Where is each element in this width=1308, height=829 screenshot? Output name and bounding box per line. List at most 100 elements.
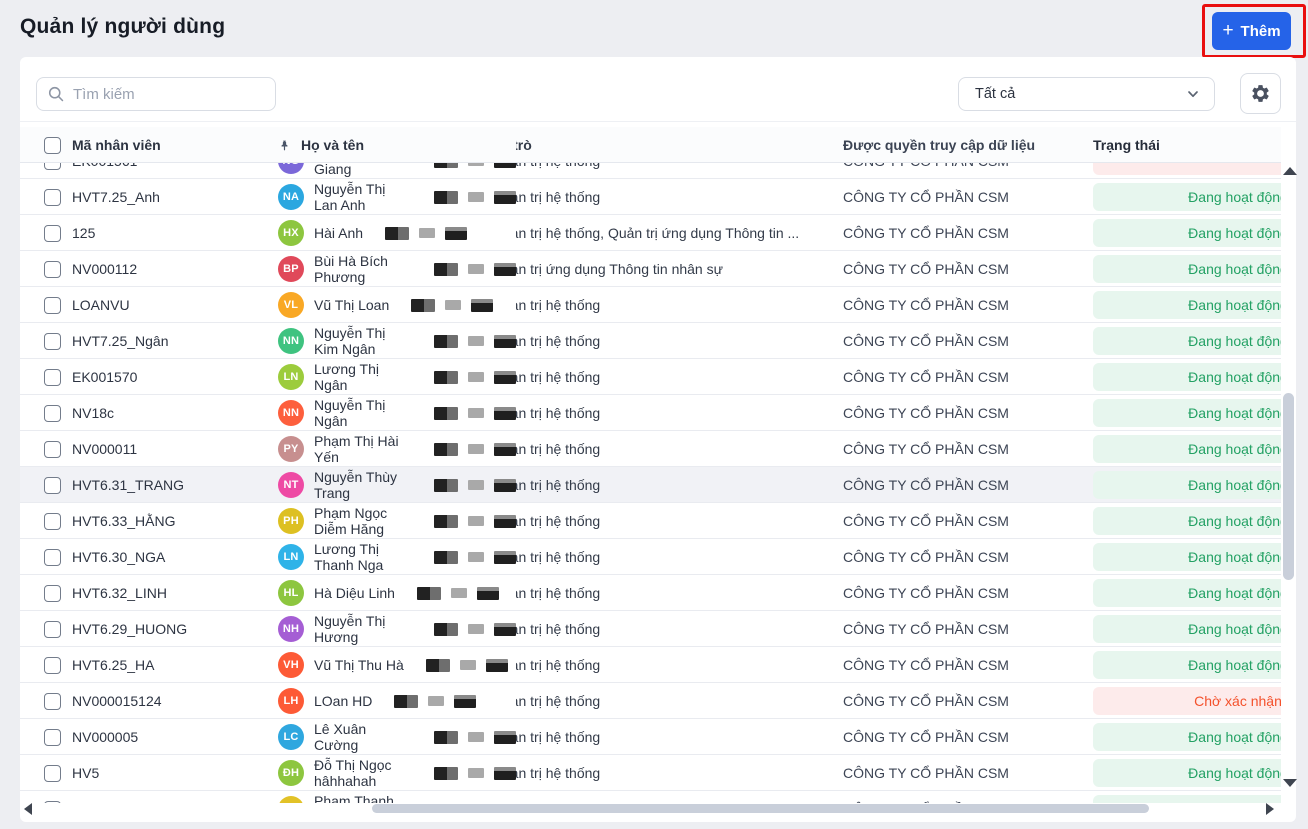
table-row[interactable]: NV000015124 LH LOan HD Quản trị hệ thống… [20,683,1281,719]
status-badge: Đang hoạt động [1093,327,1281,355]
search-box[interactable] [36,77,276,111]
row-checkbox[interactable] [44,800,61,803]
table-row[interactable]: HV5 ĐH Đỗ Thị Ngọc hâhhahah Quản trị hệ … [20,755,1281,791]
role-text: Quản trị hệ thống [516,657,601,673]
row-checkbox[interactable] [44,332,61,350]
search-input[interactable] [73,85,272,103]
employee-name: Đỗ Thị Ngọc hâhhahah [314,757,392,789]
settings-button[interactable] [1240,73,1281,114]
row-checkbox[interactable] [44,476,61,494]
data-access-text: CÔNG TY CỔ PHẦN CSM [843,549,1009,565]
row-checkbox[interactable] [44,404,61,422]
avatar: LH [278,688,304,714]
table-row[interactable]: NV000005 LC Lê Xuân Cường Quản trị hệ th… [20,719,1281,755]
avatar: NA [278,184,304,210]
avatar: PH [278,508,304,534]
row-checkbox[interactable] [44,656,61,674]
table-row[interactable]: NV000011 PY Phạm Thị Hài Yến Quản trị hệ… [20,431,1281,467]
hscroll-right-arrow[interactable] [1266,803,1274,815]
header-full-name: Họ và tên [301,137,365,153]
row-checkbox[interactable] [44,440,61,458]
page-title: Quản lý người dùng [20,15,226,38]
employee-id: NV18c [72,405,115,421]
table-row[interactable]: HVT6.25_HA VH Vũ Thị Thu Hà Quản trị hệ … [20,647,1281,683]
data-access-text: CÔNG TY CỔ PHẦN CSM [843,261,1009,277]
table-row[interactable]: NV000010 PT Phạm Thanh Tâm Quản trị hệ t… [20,791,1281,803]
filter-dropdown-value: Tất cả [975,86,1016,102]
status-badge: Đang hoạt động [1093,795,1281,803]
data-access-text: CÔNG TY CỔ PHẦN CSM [843,441,1009,457]
select-all-checkbox[interactable] [44,136,61,154]
hscroll-thumb[interactable] [372,804,1149,813]
employee-id: NV000112 [72,261,138,277]
row-checkbox[interactable] [44,692,61,710]
vscroll-thumb[interactable] [1283,393,1294,580]
gear-icon [1250,83,1271,104]
row-checkbox[interactable] [44,764,61,782]
row-checkbox[interactable] [44,620,61,638]
employee-name: Phạm Ngọc Diễm Hăng [314,505,388,537]
table-row[interactable]: EK001570 LN Lương Thị Ngân Quản trị hệ t… [20,359,1281,395]
role-text: Quản trị hệ thống [516,693,601,709]
data-access-text: CÔNG TY CỔ PHẦN CSM [843,765,1009,781]
role-text: Quản trị hệ thống [516,189,601,205]
role-text: Quản trị hệ thống [516,549,601,565]
table-row[interactable]: HVT6.33_HẰNG PH Phạm Ngọc Diễm Hăng Quản… [20,503,1281,539]
employee-id: LOANVU [72,297,130,313]
add-button[interactable]: + Thêm [1212,12,1291,50]
status-badge: Đang hoạt động [1093,291,1281,319]
table-row[interactable]: HVT7.25_Ngân NN Nguyễn Thị Kim Ngân Quản… [20,323,1281,359]
status-badge: Đang hoạt động [1093,507,1281,535]
row-checkbox[interactable] [44,224,61,242]
row-checkbox[interactable] [44,296,61,314]
employee-name: Lương Thị Thanh Nga [314,541,384,573]
status-badge: Đang hoạt động [1093,435,1281,463]
table-row[interactable]: HVT6.32_LINH HL Hà Diệu Linh Quản trị hệ… [20,575,1281,611]
table-row[interactable]: 125 HX Hài Anh Quản trị hệ thống, Quản t… [20,215,1281,251]
header-status: Trạng thái [1093,137,1160,153]
status-badge: Đang hoạt động [1093,615,1281,643]
data-access-text: CÔNG TY CỔ PHẦN CSM [843,585,1009,601]
row-checkbox[interactable] [44,260,61,278]
table-row[interactable]: HVT7.25_Anh NA Nguyễn Thị Lan Anh Quản t… [20,179,1281,215]
status-badge: Đang hoạt động [1093,759,1281,787]
row-checkbox[interactable] [44,548,61,566]
row-checkbox[interactable] [44,512,61,530]
employee-id: HV5 [72,765,100,781]
table-row[interactable]: HVT6.29_HUONG NH Nguyễn Thị Hương Quản t… [20,611,1281,647]
redacted-text [425,658,508,672]
data-access-text: CÔNG TY CỔ PHẦN CSM [843,405,1009,421]
table-row[interactable]: HVT6.30_NGA LN Lương Thị Thanh Nga Quản … [20,539,1281,575]
row-checkbox[interactable] [44,188,61,206]
user-management-page: Quản lý người dùng + Thêm Tất cả [0,0,1308,829]
employee-id: EK001570 [72,369,138,385]
row-checkbox[interactable] [44,584,61,602]
employee-name: Nguyễn Thùy Trang [314,469,398,501]
filter-dropdown[interactable]: Tất cả [958,77,1215,111]
employee-id: 125 [72,225,96,241]
vscroll-down-arrow[interactable] [1283,779,1297,787]
table-body: EK001561 NG Nguyễn Hương Giang Quản trị … [20,163,1281,803]
status-badge: Đang hoạt động [1093,255,1281,283]
employee-name: Nguyễn Thị Hương [314,613,386,645]
row-checkbox[interactable] [44,368,61,386]
table-row[interactable]: NV000112 BP Bùi Hà Bích Phương Quản trị … [20,251,1281,287]
partial-row-top[interactable]: EK001561 NG Nguyễn Hương Giang Quản trị … [20,163,1281,179]
role-text: Quản trị hệ thống [516,297,601,313]
employee-id: NV000011 [72,441,138,457]
table-row[interactable]: LOANVU VL Vũ Thị Loan Quản trị hệ thống … [20,287,1281,323]
hscroll-left-arrow[interactable] [24,803,32,815]
employee-name: LOan HD [314,693,373,709]
vscroll-up-arrow[interactable] [1283,167,1297,175]
role-text: Quản trị ứng dụng Thông tin nhân sự [516,261,723,277]
data-access-text: CÔNG TY CỔ PHẦN CSM [843,513,1009,529]
header-data-access: Được quyền truy cập dữ liệu [843,137,1036,153]
row-checkbox[interactable] [44,163,61,170]
table-row[interactable]: EK001561 NG Nguyễn Hương Giang Quản trị … [20,163,1281,178]
pin-icon[interactable] [278,139,291,152]
role-text: Quản trị hệ thống [516,477,601,493]
table-row[interactable]: HVT6.31_TRANG NT Nguyễn Thùy Trang Quản … [20,467,1281,503]
row-checkbox[interactable] [44,728,61,746]
table-row[interactable]: NV18c NN Nguyễn Thị Ngân Quản trị hệ thố… [20,395,1281,431]
redacted-text [434,406,516,420]
